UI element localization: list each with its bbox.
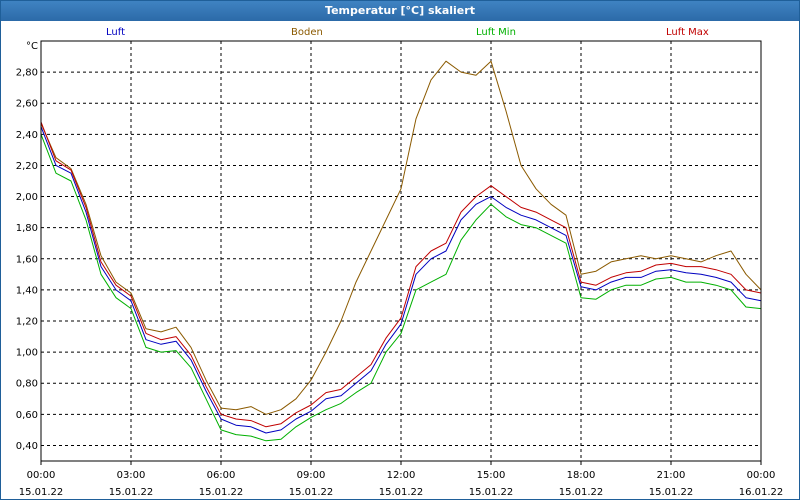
legend-item-boden: Boden [291, 27, 323, 38]
x-tick-time-label: 18:00 [567, 470, 596, 481]
y-tick-label: 2,40 [16, 130, 38, 141]
y-tick-label: 2,20 [16, 161, 38, 172]
legend-item-luft-min: Luft Min [476, 27, 516, 38]
y-tick-label: 2,00 [16, 192, 38, 203]
x-tick-date-label: 15.01.22 [649, 487, 694, 498]
y-tick-label: 0,60 [16, 410, 38, 421]
x-tick-time-label: 06:00 [207, 470, 236, 481]
x-tick-time-label: 00:00 [27, 470, 56, 481]
legend-item-luft-max: Luft Max [666, 27, 709, 38]
grid [41, 41, 761, 461]
x-tick-time-label: 03:00 [117, 470, 146, 481]
x-tick-date-label: 15.01.22 [379, 487, 424, 498]
x-tick-date-label: 15.01.22 [469, 487, 514, 498]
window-title: Temperatur [°C] skaliert [1, 1, 799, 21]
x-tick-time-label: 09:00 [297, 470, 326, 481]
x-tick-date-label: 15.01.22 [559, 487, 604, 498]
y-tick-label: 0,40 [16, 441, 38, 452]
x-tick-date-label: 15.01.22 [109, 487, 154, 498]
x-tick-date-label: 15.01.22 [199, 487, 244, 498]
y-tick-label: 1,80 [16, 223, 38, 234]
y-tick-label: 1,60 [16, 254, 38, 265]
y-tick-label: 1,00 [16, 348, 38, 359]
x-tick-time-label: 00:00 [747, 470, 776, 481]
y-tick-label: 2,60 [16, 99, 38, 110]
y-tick-label: 2,80 [16, 68, 38, 79]
x-tick-time-label: 21:00 [657, 470, 686, 481]
temperature-chart: Luft Boden Luft Min Luft Max 0,40 0,60 0,80 1,… [16, 27, 784, 498]
y-tick-label: 1,40 [16, 285, 38, 296]
legend: Luft Boden Luft Min Luft Max [106, 27, 709, 38]
x-tick-date-label: 15.01.22 [19, 487, 64, 498]
x-tick-time-label: 12:00 [387, 470, 416, 481]
y-axis-unit-label: °C [26, 41, 38, 52]
x-tick-date-label: 15.01.22 [289, 487, 334, 498]
chart-window: Temperatur [°C] skaliert Luft Boden Luft M… [0, 0, 800, 500]
y-tick-label: 1,20 [16, 317, 38, 328]
legend-item-luft: Luft [106, 27, 125, 38]
x-tick-time-label: 15:00 [477, 470, 506, 481]
x-tick-date-label: 16.01.22 [739, 487, 784, 498]
y-tick-label: 0,80 [16, 379, 38, 390]
